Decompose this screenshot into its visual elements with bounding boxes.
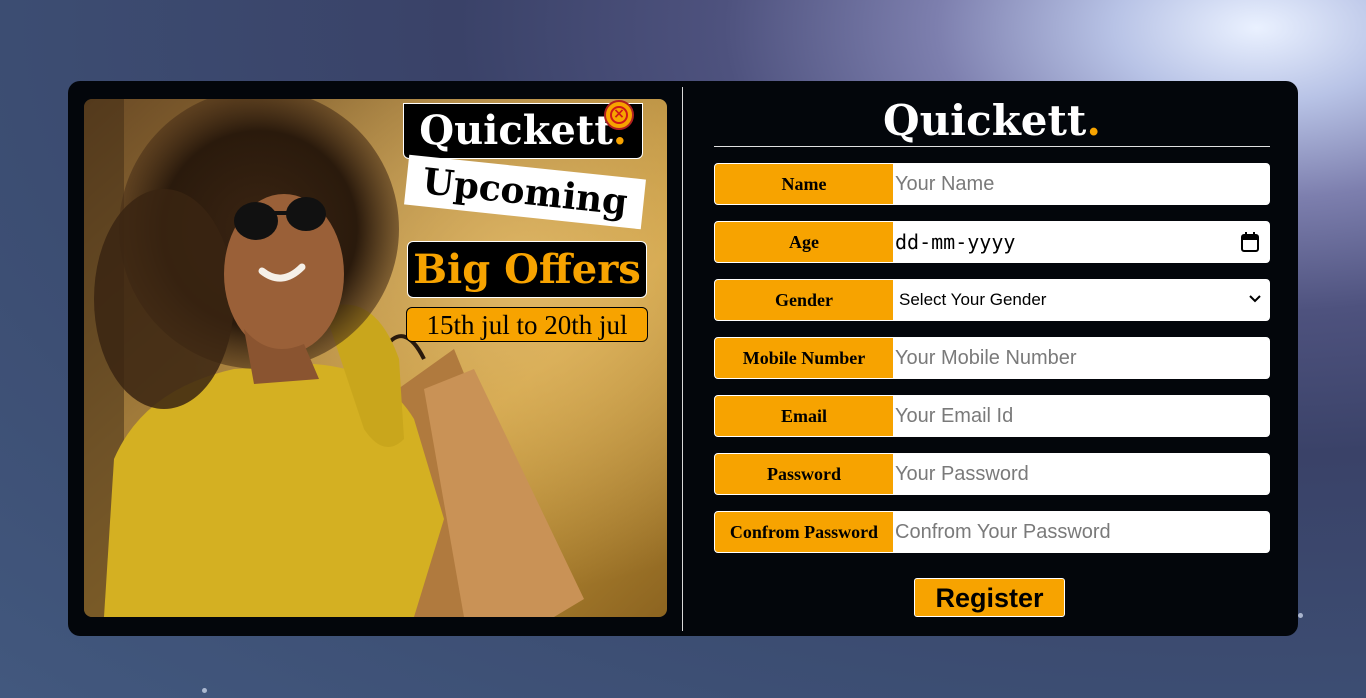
password-input[interactable]: Your Password: [894, 454, 1269, 494]
mobile-input[interactable]: Your Mobile Number: [894, 338, 1269, 378]
title-underline: [714, 146, 1270, 147]
password-label: Password: [715, 454, 893, 494]
background-dot: [202, 688, 207, 693]
close-icon: ×: [610, 106, 628, 124]
form-brand-title: Quickett.: [714, 89, 1270, 145]
form-brand-name: Quickett: [883, 96, 1087, 145]
registration-modal: Quickett. Upcoming Big Offers 15th jul t…: [68, 81, 1298, 636]
gender-select-value: Select Your Gender: [899, 290, 1047, 309]
password-row: Password Your Password: [714, 453, 1270, 495]
promo-brand-name: Quickett: [419, 107, 613, 154]
calendar-icon[interactable]: [1241, 232, 1259, 252]
age-date-value: dd-mm-yyyy: [895, 230, 1016, 254]
age-row: Age dd-mm-yyyy: [714, 221, 1270, 263]
close-button[interactable]: ×: [604, 100, 634, 130]
mobile-label: Mobile Number: [715, 338, 893, 378]
gender-row: Gender Select Your Gender: [714, 279, 1270, 321]
register-button[interactable]: Register: [914, 578, 1065, 617]
confirm-password-label: Confrom Password: [715, 512, 893, 552]
age-label: Age: [715, 222, 893, 262]
divider: [682, 87, 683, 631]
confirm-password-input[interactable]: Confrom Your Password: [894, 512, 1269, 552]
email-label: Email: [715, 396, 893, 436]
name-label: Name: [715, 164, 893, 204]
chevron-down-icon: [1249, 295, 1261, 303]
registration-form: Quickett. Name Your Name Age dd-mm-yyyy …: [714, 81, 1270, 636]
name-row: Name Your Name: [714, 163, 1270, 205]
email-input[interactable]: Your Email Id: [894, 396, 1269, 436]
mobile-row: Mobile Number Your Mobile Number: [714, 337, 1270, 379]
promo-image-panel: Quickett. Upcoming Big Offers 15th jul t…: [84, 99, 667, 617]
email-row: Email Your Email Id: [714, 395, 1270, 437]
confirm-password-row: Confrom Password Confrom Your Password: [714, 511, 1270, 553]
promo-dates-banner: 15th jul to 20th jul: [406, 307, 648, 342]
background-dot: [1298, 613, 1303, 618]
age-date-input[interactable]: dd-mm-yyyy: [894, 222, 1269, 262]
promo-offers-banner: Big Offers: [407, 241, 647, 298]
gender-select[interactable]: Select Your Gender: [894, 280, 1269, 320]
gender-label: Gender: [715, 280, 893, 320]
name-input[interactable]: Your Name: [894, 164, 1269, 204]
form-brand-period: .: [1086, 96, 1101, 145]
